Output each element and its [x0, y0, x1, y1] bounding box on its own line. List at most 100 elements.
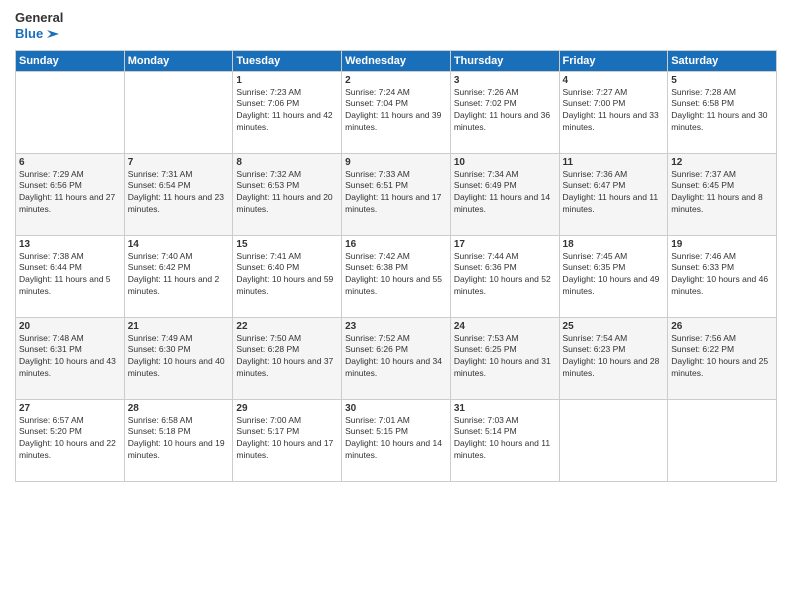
day-number: 14 [128, 239, 230, 250]
day-number: 19 [671, 239, 773, 250]
day-number: 12 [671, 157, 773, 168]
day-cell: 15Sunrise: 7:41 AM Sunset: 6:40 PM Dayli… [233, 235, 342, 317]
day-info: Sunrise: 7:37 AM Sunset: 6:45 PM Dayligh… [671, 169, 773, 217]
day-cell: 8Sunrise: 7:32 AM Sunset: 6:53 PM Daylig… [233, 153, 342, 235]
day-number: 1 [236, 75, 338, 86]
day-info: Sunrise: 7:45 AM Sunset: 6:35 PM Dayligh… [563, 251, 665, 299]
day-cell [16, 71, 125, 153]
day-info: Sunrise: 7:33 AM Sunset: 6:51 PM Dayligh… [345, 169, 447, 217]
day-number: 31 [454, 403, 556, 414]
week-row-2: 6Sunrise: 7:29 AM Sunset: 6:56 PM Daylig… [16, 153, 777, 235]
day-cell: 30Sunrise: 7:01 AM Sunset: 5:15 PM Dayli… [342, 399, 451, 481]
col-header-tuesday: Tuesday [233, 50, 342, 71]
day-number: 28 [128, 403, 230, 414]
col-header-thursday: Thursday [450, 50, 559, 71]
day-info: Sunrise: 7:50 AM Sunset: 6:28 PM Dayligh… [236, 333, 338, 381]
day-cell: 22Sunrise: 7:50 AM Sunset: 6:28 PM Dayli… [233, 317, 342, 399]
day-cell: 7Sunrise: 7:31 AM Sunset: 6:54 PM Daylig… [124, 153, 233, 235]
logo: General Blue [15, 10, 63, 42]
header-row: SundayMondayTuesdayWednesdayThursdayFrid… [16, 50, 777, 71]
day-info: Sunrise: 7:36 AM Sunset: 6:47 PM Dayligh… [563, 169, 665, 217]
day-info: Sunrise: 7:03 AM Sunset: 5:14 PM Dayligh… [454, 415, 556, 463]
day-number: 11 [563, 157, 665, 168]
day-info: Sunrise: 7:24 AM Sunset: 7:04 PM Dayligh… [345, 87, 447, 135]
day-cell: 27Sunrise: 6:57 AM Sunset: 5:20 PM Dayli… [16, 399, 125, 481]
day-cell: 3Sunrise: 7:26 AM Sunset: 7:02 PM Daylig… [450, 71, 559, 153]
day-number: 26 [671, 321, 773, 332]
col-header-saturday: Saturday [668, 50, 777, 71]
day-number: 17 [454, 239, 556, 250]
day-info: Sunrise: 7:23 AM Sunset: 7:06 PM Dayligh… [236, 87, 338, 135]
day-cell: 24Sunrise: 7:53 AM Sunset: 6:25 PM Dayli… [450, 317, 559, 399]
day-number: 6 [19, 157, 121, 168]
page: General Blue SundayMondayTuesdayWednesda… [0, 0, 792, 612]
day-cell: 5Sunrise: 7:28 AM Sunset: 6:58 PM Daylig… [668, 71, 777, 153]
day-info: Sunrise: 7:41 AM Sunset: 6:40 PM Dayligh… [236, 251, 338, 299]
day-number: 21 [128, 321, 230, 332]
day-cell: 19Sunrise: 7:46 AM Sunset: 6:33 PM Dayli… [668, 235, 777, 317]
day-cell: 10Sunrise: 7:34 AM Sunset: 6:49 PM Dayli… [450, 153, 559, 235]
day-cell: 26Sunrise: 7:56 AM Sunset: 6:22 PM Dayli… [668, 317, 777, 399]
day-number: 22 [236, 321, 338, 332]
day-cell: 16Sunrise: 7:42 AM Sunset: 6:38 PM Dayli… [342, 235, 451, 317]
day-cell [559, 399, 668, 481]
logo-general: General [15, 10, 63, 26]
day-info: Sunrise: 7:29 AM Sunset: 6:56 PM Dayligh… [19, 169, 121, 217]
week-row-3: 13Sunrise: 7:38 AM Sunset: 6:44 PM Dayli… [16, 235, 777, 317]
day-number: 9 [345, 157, 447, 168]
col-header-sunday: Sunday [16, 50, 125, 71]
day-cell: 12Sunrise: 7:37 AM Sunset: 6:45 PM Dayli… [668, 153, 777, 235]
day-number: 8 [236, 157, 338, 168]
logo-blue: Blue [15, 26, 61, 42]
day-cell: 21Sunrise: 7:49 AM Sunset: 6:30 PM Dayli… [124, 317, 233, 399]
day-number: 24 [454, 321, 556, 332]
day-info: Sunrise: 7:56 AM Sunset: 6:22 PM Dayligh… [671, 333, 773, 381]
day-cell: 6Sunrise: 7:29 AM Sunset: 6:56 PM Daylig… [16, 153, 125, 235]
day-cell: 31Sunrise: 7:03 AM Sunset: 5:14 PM Dayli… [450, 399, 559, 481]
day-number: 4 [563, 75, 665, 86]
day-info: Sunrise: 7:44 AM Sunset: 6:36 PM Dayligh… [454, 251, 556, 299]
day-number: 18 [563, 239, 665, 250]
day-cell: 9Sunrise: 7:33 AM Sunset: 6:51 PM Daylig… [342, 153, 451, 235]
day-number: 15 [236, 239, 338, 250]
week-row-4: 20Sunrise: 7:48 AM Sunset: 6:31 PM Dayli… [16, 317, 777, 399]
day-info: Sunrise: 7:48 AM Sunset: 6:31 PM Dayligh… [19, 333, 121, 381]
col-header-monday: Monday [124, 50, 233, 71]
day-info: Sunrise: 7:52 AM Sunset: 6:26 PM Dayligh… [345, 333, 447, 381]
day-info: Sunrise: 7:40 AM Sunset: 6:42 PM Dayligh… [128, 251, 230, 299]
header: General Blue [15, 10, 777, 42]
col-header-wednesday: Wednesday [342, 50, 451, 71]
day-info: Sunrise: 7:53 AM Sunset: 6:25 PM Dayligh… [454, 333, 556, 381]
day-number: 25 [563, 321, 665, 332]
day-number: 29 [236, 403, 338, 414]
day-cell: 18Sunrise: 7:45 AM Sunset: 6:35 PM Dayli… [559, 235, 668, 317]
day-cell: 23Sunrise: 7:52 AM Sunset: 6:26 PM Dayli… [342, 317, 451, 399]
day-info: Sunrise: 7:38 AM Sunset: 6:44 PM Dayligh… [19, 251, 121, 299]
day-info: Sunrise: 7:49 AM Sunset: 6:30 PM Dayligh… [128, 333, 230, 381]
day-info: Sunrise: 7:27 AM Sunset: 7:00 PM Dayligh… [563, 87, 665, 135]
calendar-table: SundayMondayTuesdayWednesdayThursdayFrid… [15, 50, 777, 482]
day-number: 5 [671, 75, 773, 86]
day-info: Sunrise: 7:34 AM Sunset: 6:49 PM Dayligh… [454, 169, 556, 217]
day-number: 10 [454, 157, 556, 168]
day-info: Sunrise: 7:32 AM Sunset: 6:53 PM Dayligh… [236, 169, 338, 217]
logo-arrow-icon [45, 26, 61, 42]
day-number: 23 [345, 321, 447, 332]
day-cell: 2Sunrise: 7:24 AM Sunset: 7:04 PM Daylig… [342, 71, 451, 153]
day-info: Sunrise: 7:42 AM Sunset: 6:38 PM Dayligh… [345, 251, 447, 299]
day-cell: 25Sunrise: 7:54 AM Sunset: 6:23 PM Dayli… [559, 317, 668, 399]
day-cell: 13Sunrise: 7:38 AM Sunset: 6:44 PM Dayli… [16, 235, 125, 317]
day-number: 2 [345, 75, 447, 86]
day-cell: 1Sunrise: 7:23 AM Sunset: 7:06 PM Daylig… [233, 71, 342, 153]
day-cell: 29Sunrise: 7:00 AM Sunset: 5:17 PM Dayli… [233, 399, 342, 481]
day-info: Sunrise: 7:28 AM Sunset: 6:58 PM Dayligh… [671, 87, 773, 135]
day-info: Sunrise: 7:26 AM Sunset: 7:02 PM Dayligh… [454, 87, 556, 135]
day-cell: 11Sunrise: 7:36 AM Sunset: 6:47 PM Dayli… [559, 153, 668, 235]
day-number: 16 [345, 239, 447, 250]
day-number: 30 [345, 403, 447, 414]
day-number: 3 [454, 75, 556, 86]
logo-text: General Blue [15, 10, 63, 42]
day-number: 13 [19, 239, 121, 250]
day-info: Sunrise: 7:01 AM Sunset: 5:15 PM Dayligh… [345, 415, 447, 463]
day-info: Sunrise: 6:57 AM Sunset: 5:20 PM Dayligh… [19, 415, 121, 463]
